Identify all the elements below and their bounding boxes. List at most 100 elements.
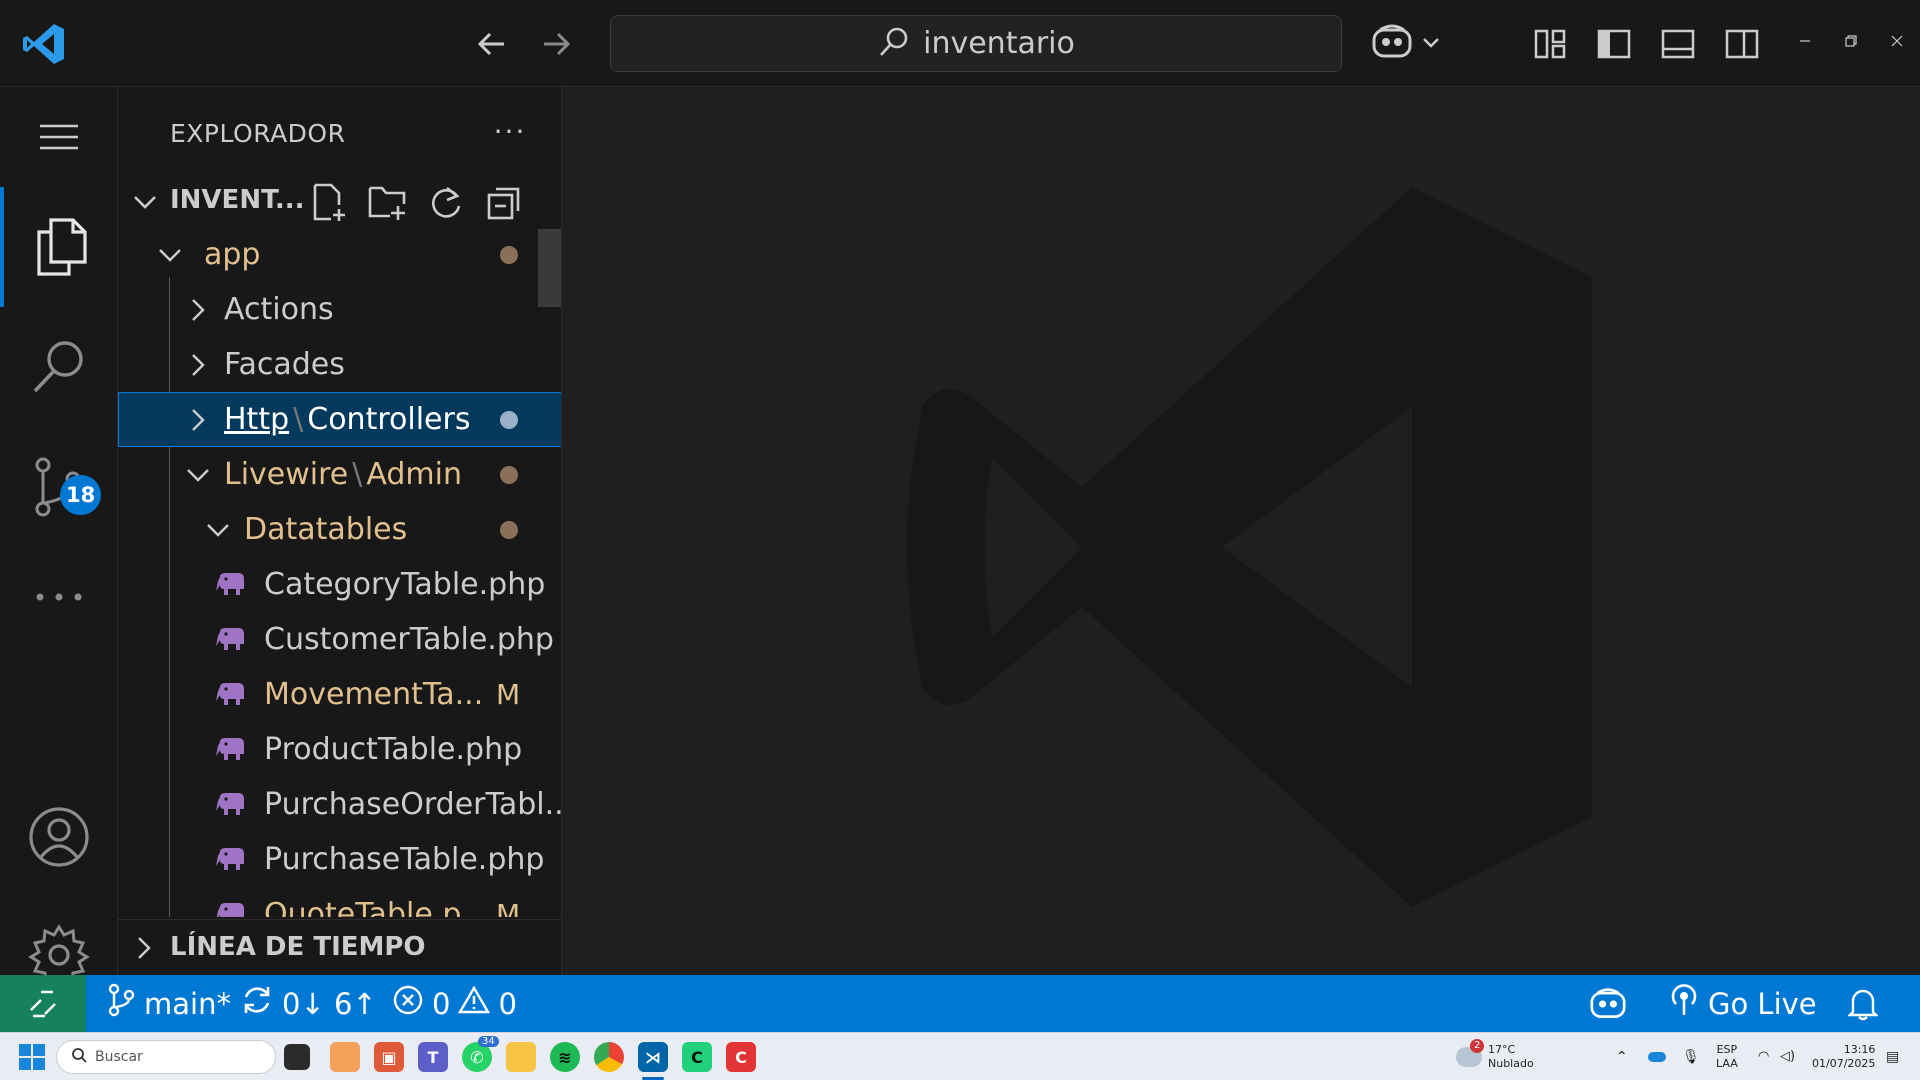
microphone-icon[interactable]: 🎙 — [1682, 1033, 1700, 1080]
new-folder-icon[interactable] — [366, 181, 410, 225]
tree-file[interactable]: CategoryTable.php — [118, 557, 561, 612]
tree-file[interactable]: PurchaseTable.php — [118, 832, 561, 887]
error-count: 0 — [432, 986, 451, 1021]
search-icon[interactable] — [0, 307, 118, 427]
path-separator: \ — [352, 457, 363, 492]
onedrive-icon[interactable] — [1648, 1033, 1666, 1080]
tree-label: Facades — [224, 347, 345, 382]
copilot-app-icon[interactable] — [330, 1042, 360, 1072]
wifi-icon[interactable]: ◠ — [1758, 1033, 1769, 1080]
volume-icon[interactable]: ◁) — [1780, 1033, 1795, 1080]
windows-taskbar: Buscar ▣ T ✆ 34 ≋ ⋊ C C 2 17°C Nublado ⌃… — [0, 1032, 1920, 1080]
tree-file[interactable]: ProductTable.php — [118, 722, 561, 777]
chevron-right-icon — [184, 406, 212, 434]
accounts-icon[interactable] — [0, 787, 118, 887]
tree-file[interactable]: MovementTa... M — [118, 667, 561, 722]
source-control-badge: 18 — [60, 475, 102, 515]
tree-folder-datatables[interactable]: Datatables — [118, 502, 561, 557]
menu-icon[interactable] — [0, 87, 118, 187]
copilot-status-icon[interactable] — [1588, 975, 1628, 1032]
warning-icon — [458, 985, 491, 1022]
tree-label: Datatables — [244, 512, 408, 547]
forward-arrow-icon[interactable] — [534, 22, 578, 66]
weather-widget[interactable]: 2 17°C Nublado — [1456, 1033, 1534, 1080]
vscode-taskbar-icon[interactable]: ⋊ — [638, 1042, 668, 1072]
toggle-panel-icon[interactable] — [1656, 22, 1700, 66]
chrome-icon[interactable] — [594, 1042, 624, 1072]
teams-icon[interactable]: T — [418, 1042, 448, 1072]
problems-status[interactable]: 0 0 — [392, 975, 517, 1032]
spotify-icon[interactable]: ≋ — [550, 1042, 580, 1072]
warning-count: 0 — [498, 986, 517, 1021]
vscode-watermark-icon — [892, 167, 1652, 927]
tree-label-http: Http — [224, 402, 290, 437]
notification-center-icon[interactable]: ▤ — [1886, 1033, 1899, 1080]
tree-folder-facades[interactable]: Facades — [118, 337, 561, 392]
search-text: inventario — [923, 26, 1075, 61]
tree-file[interactable]: CustomerTable.php — [118, 612, 561, 667]
tree-label: CategoryTable.php — [264, 567, 546, 602]
taskbar-search[interactable]: Buscar — [56, 1040, 276, 1074]
tree-folder-http-controllers[interactable]: Http \ Controllers — [118, 392, 561, 447]
timeline-title: LÍNEA DE TIEMPO — [170, 932, 426, 962]
search-icon — [71, 1047, 87, 1067]
clock-time: 13:16 — [1843, 1043, 1876, 1056]
refresh-icon[interactable] — [424, 181, 468, 225]
source-control-icon[interactable] — [0, 427, 118, 547]
tree-folder-livewire-admin[interactable]: Livewire \ Admin — [118, 447, 561, 502]
notifications-bell-icon[interactable] — [1848, 975, 1878, 1032]
more-actions-icon[interactable]: ··· — [488, 109, 532, 153]
workspace-header[interactable]: INVENT... — [118, 179, 561, 227]
chevron-down-icon — [184, 461, 212, 489]
tree-label-livewire: Livewire — [224, 457, 349, 492]
collapse-all-icon[interactable] — [482, 181, 526, 225]
branch-status[interactable]: main* — [106, 975, 231, 1032]
explorer-icon[interactable] — [0, 187, 118, 307]
weather-desc: Nublado — [1488, 1057, 1534, 1070]
windows-start-icon[interactable] — [18, 1043, 46, 1071]
tree-folder-app[interactable]: app — [118, 227, 561, 282]
go-live-button[interactable]: Go Live — [1668, 975, 1817, 1032]
copilot-menu-button[interactable] — [1370, 20, 1446, 68]
language-indicator[interactable]: ESP LAA — [1716, 1033, 1738, 1080]
sync-status[interactable]: 0↓ 6↑ — [240, 975, 377, 1032]
tree-label: MovementTa... — [264, 677, 484, 712]
customize-layout-icon[interactable] — [1528, 22, 1572, 66]
app-icon[interactable]: ▣ — [374, 1042, 404, 1072]
new-file-icon[interactable] — [308, 181, 352, 225]
tree-label-admin: Admin — [366, 457, 462, 492]
tree-file[interactable]: QuoteTable.p... M — [118, 887, 561, 917]
file-tree: app Actions Facades Http \ Controllers L… — [118, 227, 561, 917]
scrollbar-thumb[interactable] — [538, 229, 561, 307]
command-center-search[interactable]: inventario — [610, 15, 1342, 72]
task-view-icon[interactable] — [284, 1044, 310, 1070]
timeline-section[interactable]: LÍNEA DE TIEMPO — [118, 919, 561, 975]
git-status-badge: M — [496, 678, 521, 711]
search-icon — [877, 25, 911, 63]
tray-chevron-up-icon[interactable]: ⌃ — [1616, 1033, 1628, 1080]
tree-file[interactable]: PurchaseOrderTabl... — [118, 777, 561, 832]
minimize-icon[interactable] — [1790, 26, 1820, 56]
app-icon[interactable]: C — [726, 1042, 756, 1072]
modified-dot — [500, 520, 518, 539]
tree-label: ProductTable.php — [264, 732, 523, 767]
more-views-icon[interactable] — [0, 537, 118, 657]
back-arrow-icon[interactable] — [470, 22, 514, 66]
clock-date: 01/07/2025 — [1812, 1057, 1876, 1070]
tree-folder-actions[interactable]: Actions — [118, 282, 561, 337]
restore-icon[interactable] — [1836, 26, 1866, 56]
go-live-label: Go Live — [1708, 986, 1817, 1021]
git-branch-icon — [106, 983, 136, 1024]
explorer-sidebar: EXPLORADOR ··· INVENT... app Actions Fac… — [118, 87, 562, 975]
chevron-right-icon — [130, 934, 158, 966]
app-icon[interactable]: C — [682, 1042, 712, 1072]
tree-label: app — [204, 237, 261, 272]
clock[interactable]: 13:16 01/07/2025 — [1812, 1033, 1875, 1080]
remote-indicator-icon[interactable] — [0, 975, 86, 1032]
close-icon[interactable] — [1882, 26, 1912, 56]
toggle-secondary-sidebar-icon[interactable] — [1720, 22, 1764, 66]
file-explorer-icon[interactable] — [506, 1042, 536, 1072]
chevron-down-icon — [204, 516, 232, 544]
toggle-primary-sidebar-icon[interactable] — [1592, 22, 1636, 66]
editor-area[interactable] — [562, 87, 1920, 975]
